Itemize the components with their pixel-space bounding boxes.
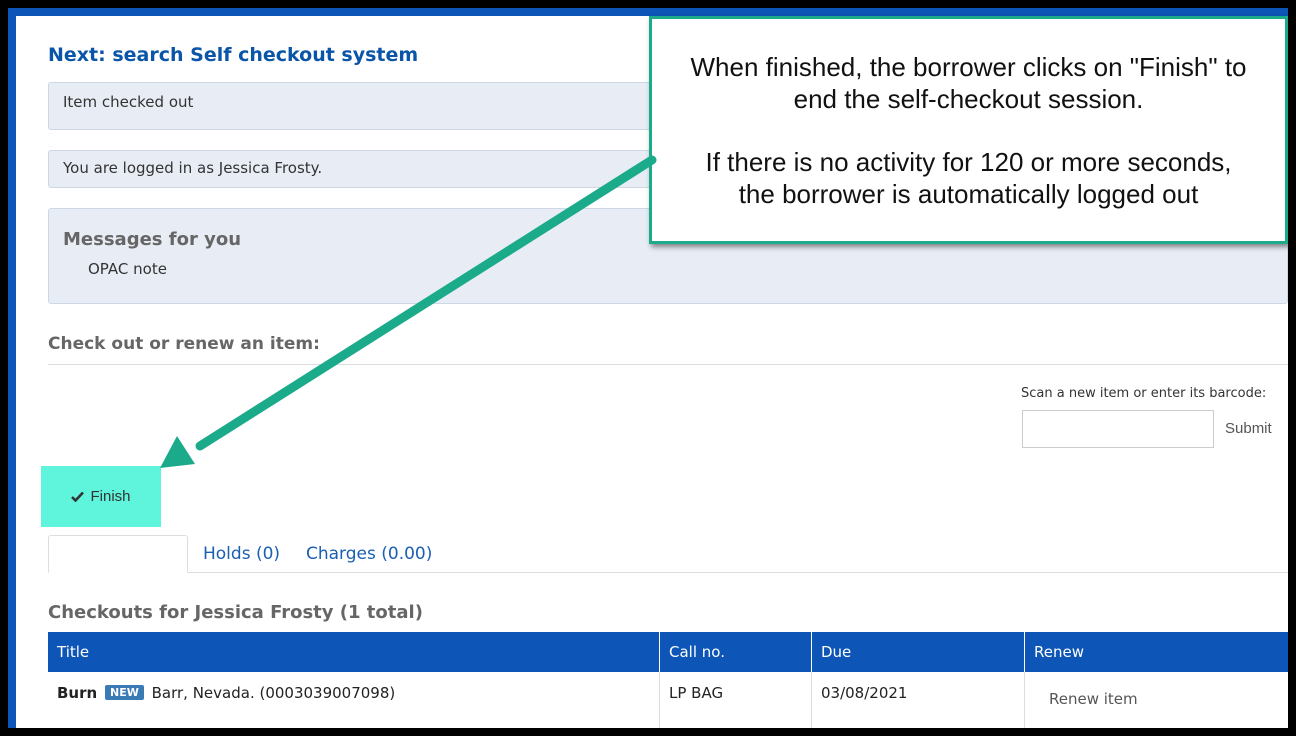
table-row: Burn NEW Barr, Nevada. (0003039007098) L… xyxy=(48,672,1288,728)
checkouts-heading: Checkouts for Jessica Frosty (1 total) xyxy=(48,602,423,623)
renew-item-button[interactable]: Renew item xyxy=(1034,684,1153,714)
checkout-form-heading: Check out or renew an item: xyxy=(48,334,320,354)
page-title: Next: search Self checkout system xyxy=(48,44,419,66)
callout-line-4: the borrower is automatically logged out xyxy=(738,179,1199,209)
tab-holds[interactable]: Holds (0) xyxy=(203,544,280,564)
cell-due: 03/08/2021 xyxy=(811,672,1025,728)
tab-checkouts[interactable] xyxy=(48,535,188,573)
cell-call-no: LP BAG xyxy=(659,672,812,728)
checked-out-text: Item checked out xyxy=(63,93,194,111)
item-title: Burn xyxy=(57,684,98,702)
finish-label: Finish xyxy=(90,488,131,505)
tab-charges[interactable]: Charges (0.00) xyxy=(306,544,432,564)
messages-body: OPAC note xyxy=(88,260,167,278)
submit-button[interactable]: Submit xyxy=(1223,414,1274,444)
cell-renew: Renew item xyxy=(1025,672,1289,728)
barcode-input[interactable] xyxy=(1022,410,1214,448)
tab-divider xyxy=(48,572,1288,573)
divider xyxy=(48,364,1288,365)
logged-in-text: You are logged in as Jessica Frosty. xyxy=(63,159,323,177)
barcode-label: Scan a new item or enter its barcode: xyxy=(1021,386,1267,401)
new-badge: NEW xyxy=(104,685,144,700)
column-header-renew[interactable]: Renew xyxy=(1024,632,1288,672)
check-icon xyxy=(71,491,85,502)
callout-line-1: When finished, the borrower clicks on "F… xyxy=(690,52,1247,82)
annotation-callout: When finished, the borrower clicks on "F… xyxy=(649,16,1288,244)
cell-title: Burn NEW Barr, Nevada. (0003039007098) xyxy=(48,672,660,728)
callout-line-3: If there is no activity for 120 or more … xyxy=(705,147,1232,177)
table-header-row: Title Call no. Due Renew xyxy=(48,632,1288,672)
checkouts-table: Title Call no. Due Renew Burn NEW Barr, … xyxy=(48,632,1288,728)
callout-line-2: end the self-checkout session. xyxy=(793,84,1144,114)
column-header-call-no[interactable]: Call no. xyxy=(659,632,812,672)
column-header-due[interactable]: Due xyxy=(811,632,1025,672)
finish-button[interactable]: Finish xyxy=(41,466,161,527)
column-header-title[interactable]: Title xyxy=(48,632,660,672)
item-author-barcode: Barr, Nevada. (0003039007098) xyxy=(151,684,396,702)
